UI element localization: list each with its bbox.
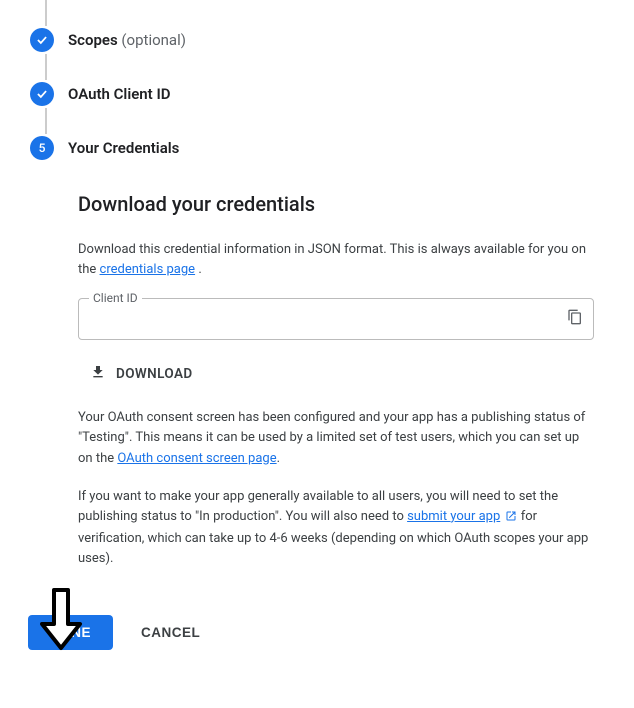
cancel-button[interactable]: CANCEL (141, 625, 200, 640)
client-id-label: Client ID (89, 291, 142, 305)
check-circle-icon (30, 82, 54, 106)
step-connector (45, 54, 47, 80)
step-number: 5 (39, 141, 46, 155)
download-icon (90, 364, 106, 384)
copy-icon[interactable] (567, 309, 583, 329)
step-oauth-client-id[interactable]: OAuth Client ID (30, 80, 634, 108)
step-your-credentials-label: Your Credentials (68, 139, 179, 157)
check-circle-icon (30, 28, 54, 52)
consent-paragraph: Your OAuth consent screen has been confi… (78, 408, 594, 468)
consent-text-post: . (277, 451, 280, 466)
step-number-icon: 5 (30, 136, 54, 160)
step-label-text: OAuth Client ID (68, 85, 171, 103)
intro-text-post: . (198, 262, 201, 277)
client-id-field: Client ID (78, 298, 594, 340)
step-optional-text: (optional) (121, 31, 186, 49)
credentials-page-link[interactable]: credentials page (100, 262, 196, 277)
step-label-text: Your Credentials (68, 139, 179, 157)
step-content: Download your credentials Download this … (0, 162, 634, 607)
oauth-consent-screen-link[interactable]: OAuth consent screen page (117, 451, 276, 466)
submit-your-app-link[interactable]: submit your app (407, 509, 500, 524)
download-label: DOWNLOAD (116, 366, 193, 382)
step-connector (45, 0, 47, 26)
section-title: Download your credentials (78, 192, 594, 216)
stepper: Scopes (optional) OAuth Client ID 5 Your… (0, 0, 634, 162)
step-your-credentials[interactable]: 5 Your Credentials (30, 134, 634, 162)
step-label-text: Scopes (68, 31, 118, 49)
production-paragraph: If you want to make your app generally a… (78, 487, 594, 570)
step-scopes-label: Scopes (optional) (68, 31, 186, 49)
intro-paragraph: Download this credential information in … (78, 240, 594, 280)
external-link-icon (505, 509, 517, 529)
actions-row: DONE CANCEL (0, 607, 634, 650)
step-oauth-client-id-label: OAuth Client ID (68, 85, 171, 103)
step-connector (45, 108, 47, 134)
download-button[interactable]: DOWNLOAD (90, 364, 193, 384)
step-scopes[interactable]: Scopes (optional) (30, 26, 634, 54)
done-button[interactable]: DONE (28, 615, 113, 650)
